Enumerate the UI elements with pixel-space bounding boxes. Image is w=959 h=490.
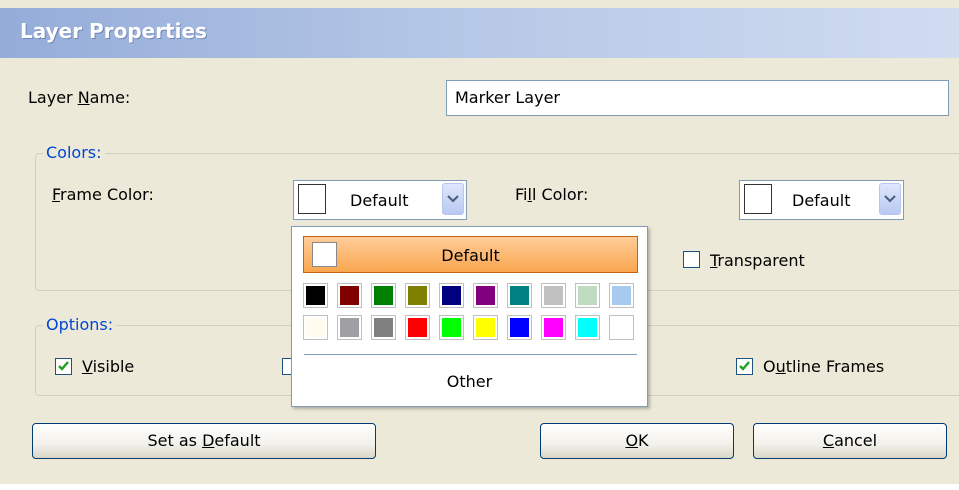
fill-color-label: Fill Color: xyxy=(515,185,589,204)
color-swatch-fill xyxy=(612,318,631,337)
frame-color-combo[interactable]: Default xyxy=(293,180,467,220)
color-swatch-cell[interactable] xyxy=(507,283,532,308)
color-swatch-cell[interactable] xyxy=(575,283,600,308)
default-color-option[interactable]: Default xyxy=(303,236,638,273)
color-swatch-cell[interactable] xyxy=(473,283,498,308)
color-swatch-fill xyxy=(374,286,393,305)
color-swatch-fill xyxy=(544,318,563,337)
frame-color-swatch xyxy=(298,184,326,214)
fill-color-value: Default xyxy=(792,191,851,210)
frame-color-value: Default xyxy=(350,191,409,210)
color-swatch-cell[interactable] xyxy=(439,283,464,308)
layer-properties-dialog: Layer Properties Layer Name: Marker Laye… xyxy=(0,0,959,484)
color-swatch-fill xyxy=(408,286,427,305)
color-swatch-fill xyxy=(510,286,529,305)
color-swatch-fill xyxy=(408,318,427,337)
color-swatch-fill xyxy=(374,318,393,337)
color-swatch-cell[interactable] xyxy=(405,315,430,340)
color-swatch-fill xyxy=(340,318,359,337)
other-color-option[interactable]: Other xyxy=(292,372,647,391)
cancel-button[interactable]: Cancel xyxy=(753,423,947,459)
transparent-label: Transparent xyxy=(710,251,805,270)
color-swatch-fill xyxy=(340,286,359,305)
color-swatch-fill xyxy=(306,318,325,337)
color-swatch-cell[interactable] xyxy=(609,283,634,308)
color-swatch-cell[interactable] xyxy=(609,315,634,340)
frame-color-dropdown-button[interactable] xyxy=(442,183,464,215)
chevron-down-icon xyxy=(884,195,896,203)
checkmark-icon xyxy=(58,361,69,371)
color-swatch-fill xyxy=(442,318,461,337)
color-swatch-fill xyxy=(442,286,461,305)
default-color-label: Default xyxy=(441,246,500,265)
color-swatch-fill xyxy=(544,286,563,305)
set-as-default-button[interactable]: Set as Default xyxy=(32,423,376,459)
title-bar[interactable]: Layer Properties xyxy=(0,8,959,58)
color-swatch-cell[interactable] xyxy=(541,315,566,340)
color-swatch-fill xyxy=(306,286,325,305)
fill-color-dropdown-button[interactable] xyxy=(879,183,901,215)
visible-checkbox[interactable] xyxy=(55,358,72,375)
color-swatch-cell[interactable] xyxy=(507,315,532,340)
frame-color-label: Frame Color: xyxy=(52,185,154,204)
color-swatch-cell[interactable] xyxy=(473,315,498,340)
layer-name-label: Layer Name: xyxy=(28,88,131,107)
color-swatch-cell[interactable] xyxy=(303,283,328,308)
outline-frames-checkbox[interactable] xyxy=(736,358,753,375)
color-swatch-fill xyxy=(510,318,529,337)
color-swatch-fill xyxy=(578,286,597,305)
color-swatch-cell[interactable] xyxy=(575,315,600,340)
layer-name-input[interactable]: Marker Layer xyxy=(446,80,949,116)
color-swatch-fill xyxy=(578,318,597,337)
checkmark-icon xyxy=(739,361,750,371)
color-swatch-cell[interactable] xyxy=(371,283,396,308)
color-swatch-fill xyxy=(476,286,495,305)
color-swatch-cell[interactable] xyxy=(303,315,328,340)
color-swatch-fill xyxy=(612,286,631,305)
colors-legend: Colors: xyxy=(43,143,105,162)
color-picker-popup: Default Other xyxy=(291,226,648,407)
color-swatch-fill xyxy=(476,318,495,337)
options-legend: Options: xyxy=(43,315,117,334)
color-swatch-cell[interactable] xyxy=(405,283,430,308)
fill-color-combo[interactable]: Default xyxy=(739,180,904,220)
color-swatch-cell[interactable] xyxy=(541,283,566,308)
chevron-down-icon xyxy=(447,195,459,203)
fill-color-swatch xyxy=(744,184,772,214)
color-swatch-cell[interactable] xyxy=(371,315,396,340)
visible-label: Visible xyxy=(82,357,135,376)
popup-separator xyxy=(304,354,637,355)
dialog-title: Layer Properties xyxy=(20,19,207,43)
color-swatch-cell[interactable] xyxy=(337,315,362,340)
ok-button[interactable]: OK xyxy=(540,423,734,459)
outline-frames-label: Outline Frames xyxy=(763,357,885,376)
color-swatch-cell[interactable] xyxy=(439,315,464,340)
color-swatch-cell[interactable] xyxy=(337,283,362,308)
transparent-checkbox[interactable] xyxy=(683,251,700,268)
